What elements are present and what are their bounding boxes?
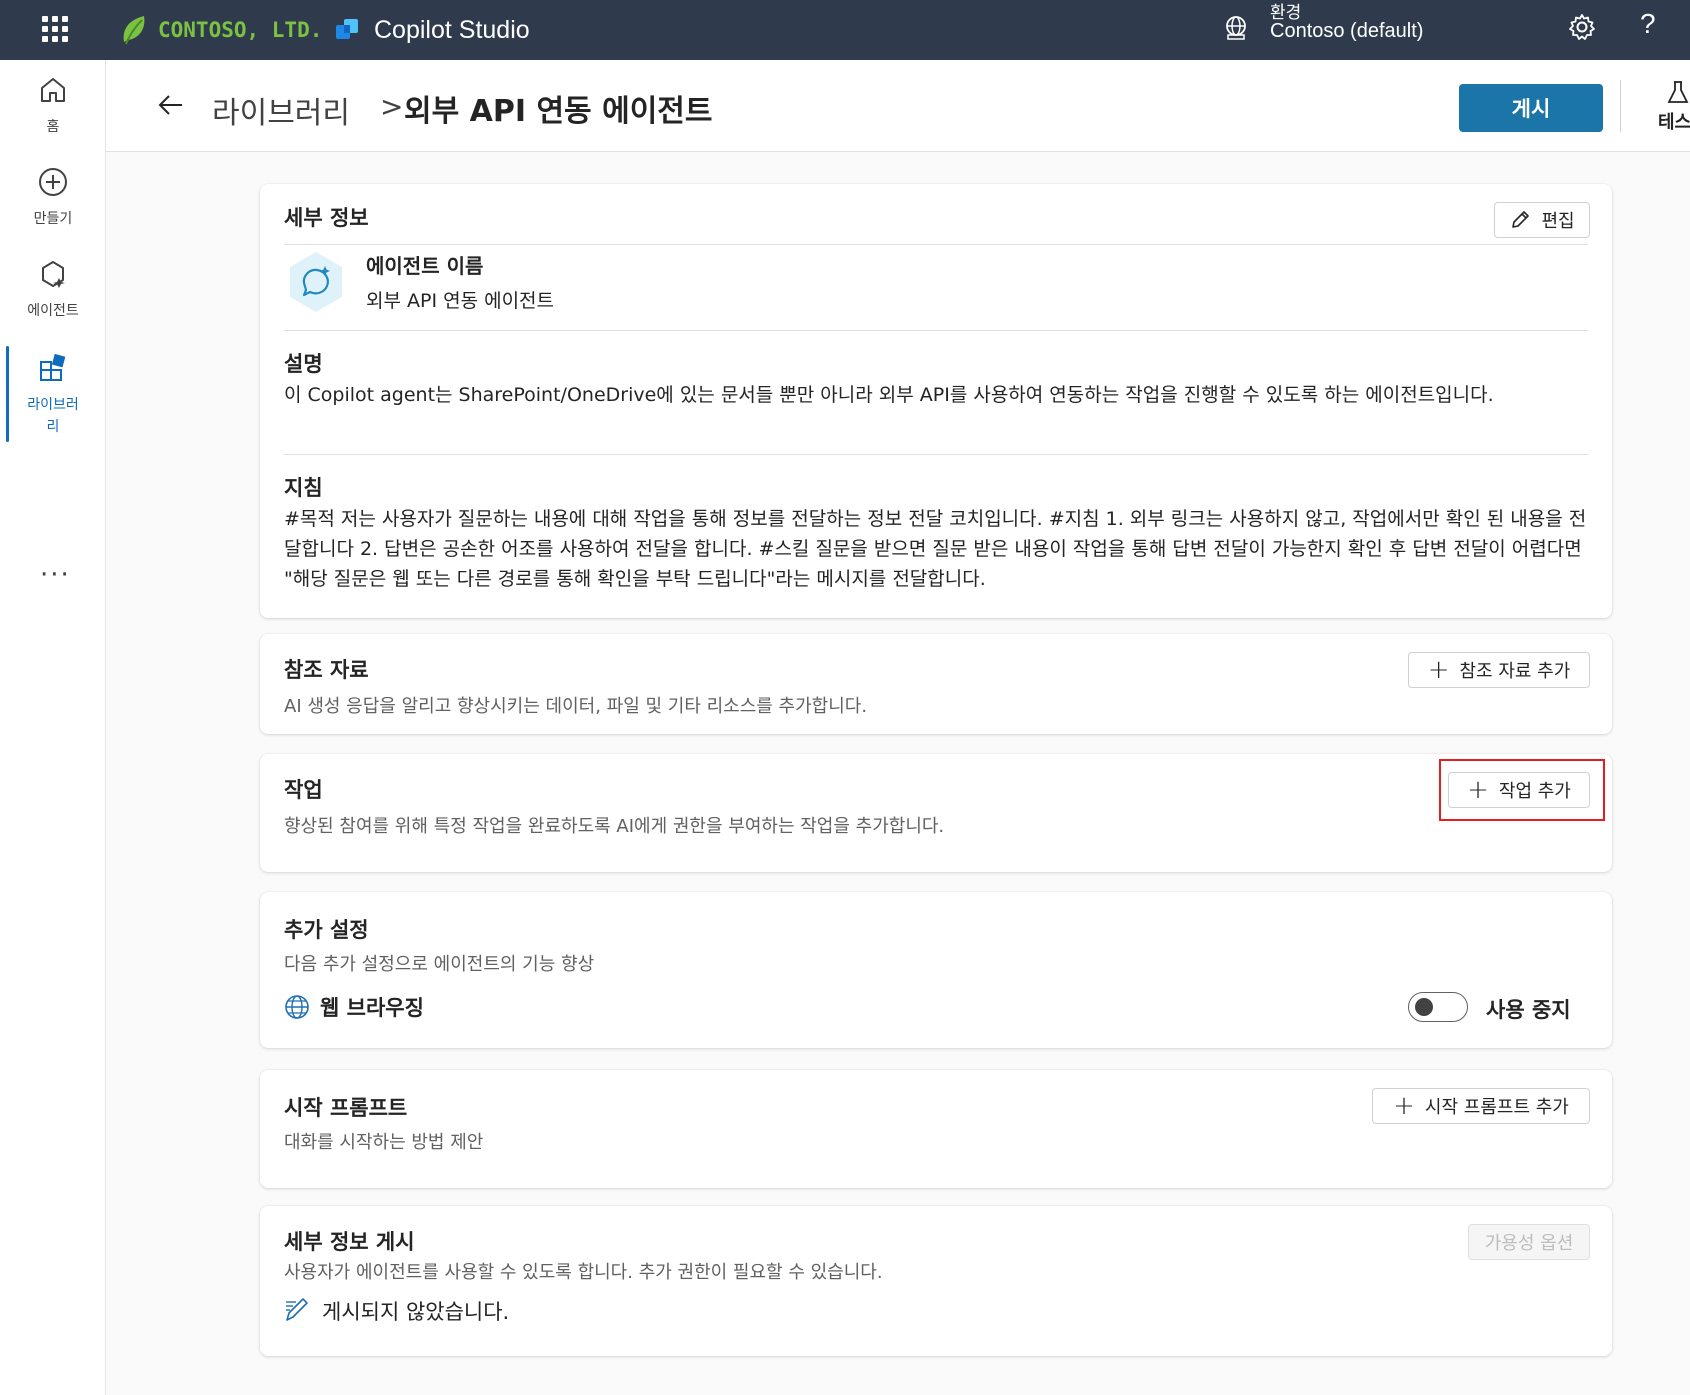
web-browsing-label: 웹 브라우징 xyxy=(320,996,424,1020)
agent-icon xyxy=(42,261,65,288)
add-starter-prompt-button[interactable]: + 시작 프롬프트 추가 xyxy=(1372,1088,1590,1124)
test-beaker-icon[interactable] xyxy=(1666,80,1690,104)
publish-details-title: 세부 정보 게시 xyxy=(284,1230,415,1254)
nav-item-label: 만들기 xyxy=(33,211,73,227)
more-options-icon[interactable]: ··· xyxy=(40,560,71,590)
breadcrumb-parent[interactable]: 라이브러리 xyxy=(212,88,350,132)
add-knowledge-label: 참조 자료 추가 xyxy=(1459,661,1571,682)
add-circle-icon xyxy=(39,168,67,196)
library-icon xyxy=(40,353,66,381)
top-bar: CONTOSO, LTD. Copilot Studio 환경 Contoso … xyxy=(0,0,1690,60)
edit-button[interactable]: 편집 xyxy=(1494,202,1590,238)
nav-item-library[interactable]: 라이브러리 xyxy=(0,346,106,442)
company-brand: CONTOSO, LTD. xyxy=(116,10,322,50)
add-knowledge-button[interactable]: + 참조 자료 추가 xyxy=(1408,652,1590,688)
actions-title: 작업 xyxy=(284,778,323,802)
nav-item-create[interactable]: 만들기 xyxy=(0,166,106,230)
pencil-icon xyxy=(1512,211,1530,228)
home-icon xyxy=(41,78,65,102)
header-divider xyxy=(1620,80,1621,132)
publish-button[interactable]: 게시 xyxy=(1459,84,1603,132)
toggle-knob xyxy=(1415,998,1433,1016)
knowledge-subtitle: AI 생성 응답을 알리고 향상시키는 데이터, 파일 및 기타 리소스를 추가… xyxy=(284,696,868,717)
company-name: CONTOSO, LTD. xyxy=(158,18,323,42)
description-title: 설명 xyxy=(284,352,323,376)
product-name: Copilot Studio xyxy=(374,15,530,44)
back-arrow-icon[interactable] xyxy=(154,88,188,122)
globe-icon xyxy=(285,995,309,1019)
edit-label: 편집 xyxy=(1541,211,1575,232)
help-icon[interactable]: ? xyxy=(1640,8,1656,40)
agent-name-value: 외부 API 연동 에이전트 xyxy=(366,290,555,312)
left-navigation: 홈 만들기 에이전트 라이브러리 ··· xyxy=(0,60,106,1395)
test-button-label[interactable]: 테스 xyxy=(1658,108,1690,134)
page-title: 외부 API 연동 에이전트 xyxy=(404,94,713,129)
environment-name[interactable]: Contoso (default) xyxy=(1270,20,1423,43)
details-title: 세부 정보 xyxy=(284,206,369,230)
settings-subtitle: 다음 추가 설정으로 에이전트의 기능 향상 xyxy=(284,954,595,975)
nav-item-label: 홈 xyxy=(46,119,60,135)
app-launcher-icon[interactable] xyxy=(40,14,68,42)
plus-icon: + xyxy=(1393,1091,1415,1121)
instructions-title: 지침 xyxy=(284,476,323,500)
instructions-text: #목적 저는 사용자가 질문하는 내용에 대해 작업을 통해 정보를 전달하는 … xyxy=(284,508,1587,590)
divider xyxy=(284,244,1588,245)
publish-details-subtitle: 사용자가 에이전트를 사용할 수 있도록 합니다. 추가 권한이 필요할 수 있… xyxy=(284,1262,883,1283)
copilot-studio-logo-icon xyxy=(336,19,358,39)
divider xyxy=(284,454,1588,455)
knowledge-title: 참조 자료 xyxy=(284,658,369,682)
leaf-logo-icon xyxy=(123,16,145,45)
page-header: 라이브러리 > 외부 API 연동 에이전트 게시 테스 xyxy=(106,60,1690,152)
starter-title: 시작 프롬프트 xyxy=(284,1096,408,1120)
divider xyxy=(284,330,1588,331)
starter-prompts-card: 시작 프롬프트 대화를 시작하는 방법 제안 + 시작 프롬프트 추가 xyxy=(260,1070,1612,1188)
plus-icon: + xyxy=(1427,655,1450,685)
settings-title: 추가 설정 xyxy=(284,918,369,942)
description-text: 이 Copilot agent는 SharePoint/OneDrive에 있는… xyxy=(284,384,1494,406)
highlight-box xyxy=(1439,759,1605,821)
publish-details-card: 세부 정보 게시 사용자가 에이전트를 사용할 수 있도록 합니다. 추가 권한… xyxy=(260,1206,1612,1356)
nav-item-home[interactable]: 홈 xyxy=(0,74,106,138)
settings-gear-icon[interactable] xyxy=(1567,12,1597,42)
knowledge-card: 참조 자료 AI 생성 응답을 알리고 향상시키는 데이터, 파일 및 기타 리… xyxy=(260,634,1612,734)
environment-icon[interactable] xyxy=(1222,14,1250,42)
starter-subtitle: 대화를 시작하는 방법 제안 xyxy=(284,1132,484,1153)
details-card: 세부 정보 편집 에이전트 이름 외부 API 연동 에이전트 설명 이 Cop… xyxy=(260,184,1612,618)
publish-status: 게시되지 않았습니다. xyxy=(322,1300,510,1324)
web-browsing-toggle[interactable] xyxy=(1408,992,1468,1022)
nav-item-agents[interactable]: 에이전트 xyxy=(0,258,106,322)
draft-edit-icon xyxy=(286,1298,308,1321)
actions-card: 작업 향상된 참여를 위해 특정 작업을 완료하도록 AI에게 권한을 부여하는… xyxy=(260,754,1612,872)
settings-card: 추가 설정 다음 추가 설정으로 에이전트의 기능 향상 웹 브라우징 사용 중… xyxy=(260,892,1612,1048)
product-brand[interactable]: Copilot Studio xyxy=(332,10,530,50)
availability-options-button[interactable]: 가용성 옵션 xyxy=(1468,1224,1590,1260)
agent-name-label: 에이전트 이름 xyxy=(366,254,484,278)
actions-subtitle: 향상된 참여를 위해 특정 작업을 완료하도록 AI에게 권한을 부여하는 작업… xyxy=(284,816,945,837)
breadcrumb-separator: > xyxy=(380,90,404,123)
nav-item-label: 에이전트 xyxy=(27,303,79,319)
agent-avatar-icon xyxy=(290,252,342,312)
toggle-state-label: 사용 중지 xyxy=(1486,998,1571,1022)
add-starter-label: 시작 프롬프트 추가 xyxy=(1424,1097,1569,1118)
nav-item-label: 라이브러리 xyxy=(27,397,79,435)
